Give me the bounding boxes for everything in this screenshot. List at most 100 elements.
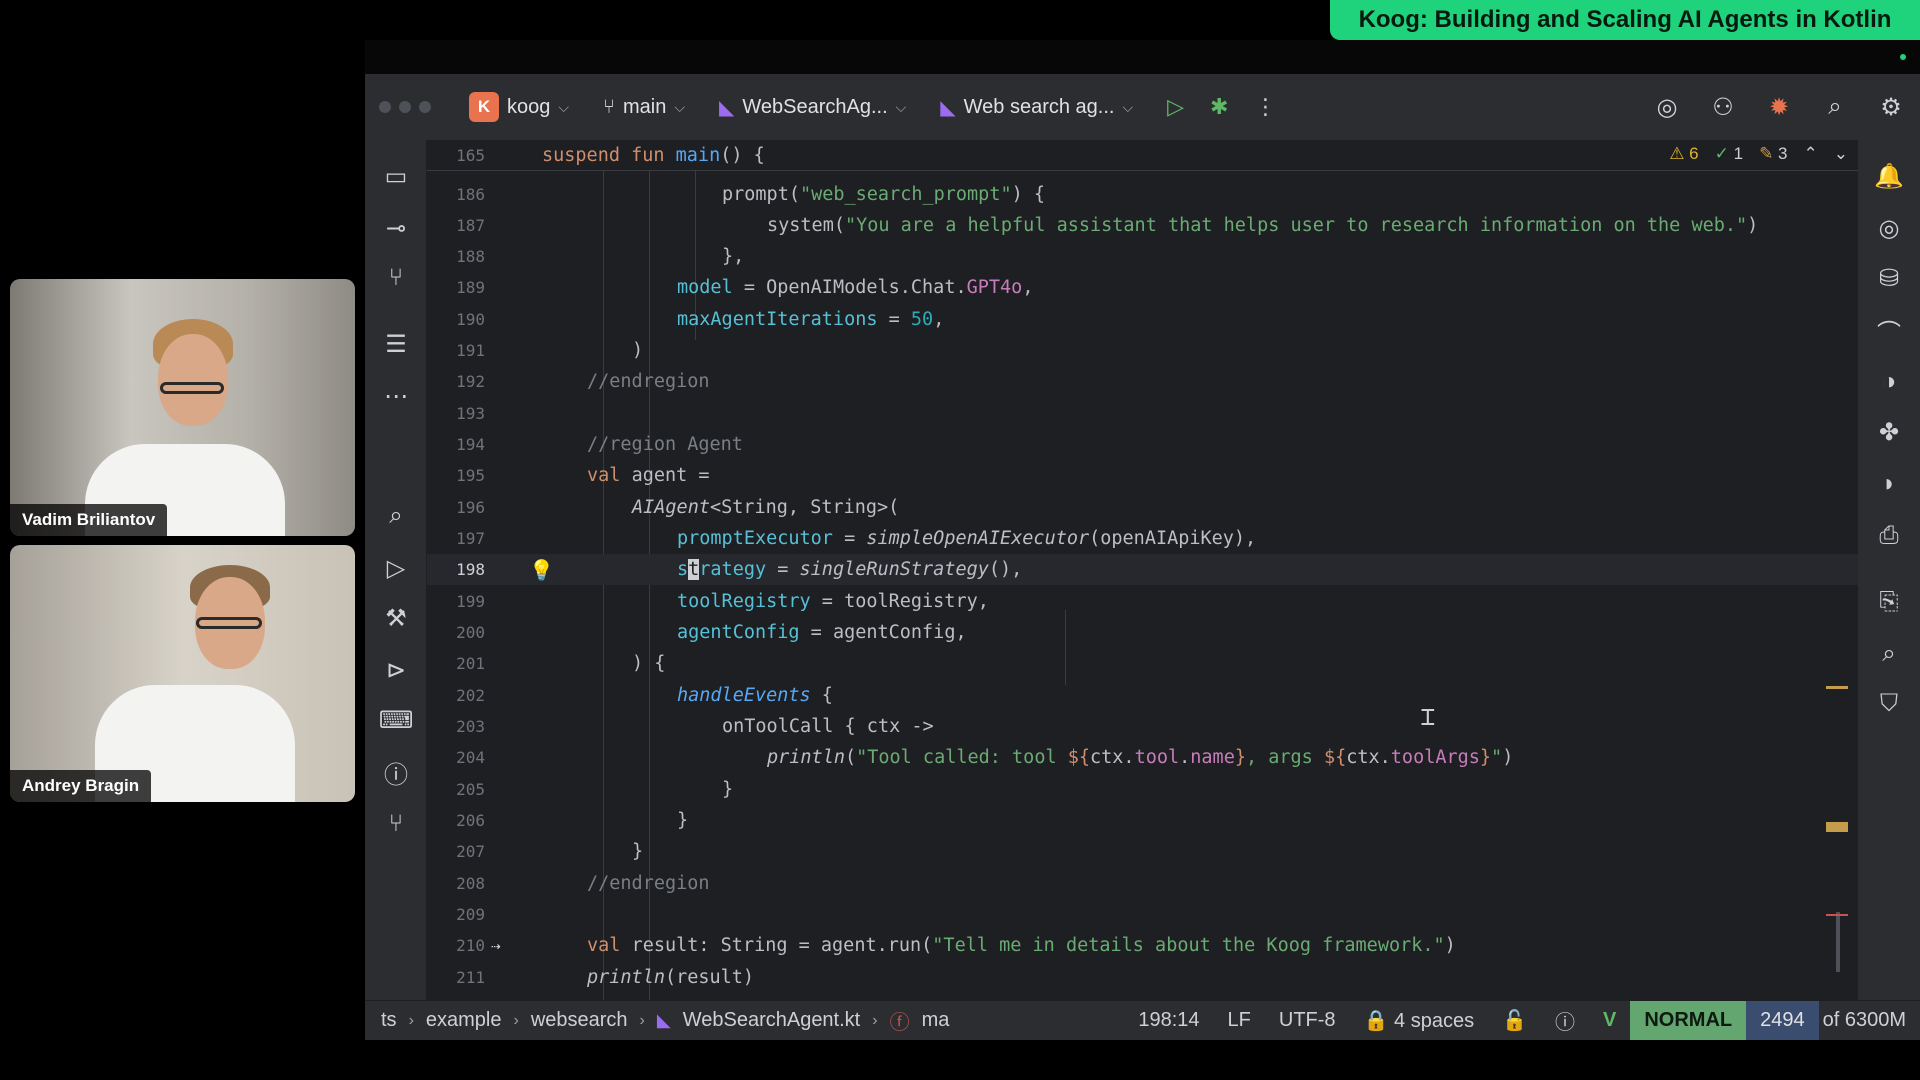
code-line: 207} <box>456 841 644 863</box>
code-line: 192//endregion <box>456 371 710 393</box>
code-line: 206} <box>456 810 689 832</box>
window-controls[interactable] <box>379 101 431 113</box>
text-cursor: t <box>688 559 700 581</box>
shield-icon[interactable]: ⛉ <box>1873 688 1905 720</box>
code-line: suspend fun main() { <box>542 144 765 166</box>
services-icon[interactable]: ⊳ <box>380 654 412 686</box>
line-number: 165 <box>456 145 485 165</box>
search-icon[interactable]: ⌕ <box>380 500 412 532</box>
run-controls: ▷ ✱ ⋮ <box>1167 94 1276 120</box>
implicit-arrow-icon[interactable]: ⇢ <box>491 936 501 955</box>
ai-assistant-icon[interactable]: ◎ <box>1652 92 1682 122</box>
lightbulb-icon[interactable]: 💡 <box>529 558 554 582</box>
run-icon[interactable]: ▷ <box>380 552 412 584</box>
gear-icon[interactable]: ⚙ <box>1876 92 1906 122</box>
presentation-title-banner: Koog: Building and Scaling AI Agents in … <box>1330 0 1920 40</box>
branch-icon: ⑂ <box>603 95 615 118</box>
problems-icon[interactable]: ⓘ <box>380 756 412 789</box>
alert-icon[interactable]: ⓘ <box>1555 1006 1575 1035</box>
notifications-icon[interactable]: 🔔 <box>1873 160 1905 192</box>
scrollbar-thumb[interactable] <box>1836 912 1840 972</box>
more-options-icon[interactable]: ⋮ <box>1254 94 1276 120</box>
file-tab-label: WebSearchAg... <box>742 95 888 118</box>
spark-icon[interactable]: ✹ <box>1764 92 1794 122</box>
code-line: 193 <box>456 404 485 424</box>
vim-mode-badge[interactable]: NORMAL <box>1630 1001 1747 1040</box>
build-icon[interactable]: ⚒ <box>380 602 412 634</box>
terminal-icon[interactable]: ⌨ <box>379 704 414 736</box>
chevron-up-icon[interactable]: ⌃ <box>1804 144 1818 164</box>
run-config-selector[interactable]: ◣ Web search ag... ⌵ <box>940 95 1133 120</box>
breadcrumb-item[interactable]: ts <box>381 1009 397 1032</box>
scrollbar-marker[interactable] <box>1826 914 1848 916</box>
chevron-right-icon: › <box>872 1011 878 1029</box>
banner-title: Koog: Building and Scaling AI Agents in … <box>1358 6 1892 33</box>
scrollbar-marker[interactable] <box>1826 686 1848 689</box>
code-line: 202 handleEvents { <box>456 685 833 707</box>
lock-icon: 🔒 <box>1363 1010 1389 1032</box>
breadcrumb-item[interactable]: websearch <box>531 1009 628 1032</box>
window-top-strip <box>365 40 1920 74</box>
plugin-icon[interactable]: ✤ <box>1873 416 1905 448</box>
branch-selector[interactable]: ⑂ main ⌵ <box>603 96 685 119</box>
breadcrumb-item[interactable]: ma <box>922 1009 950 1032</box>
debug-icon[interactable]: ✱ <box>1210 94 1228 120</box>
function-icon: ⓕ <box>889 1012 910 1034</box>
scrollbar-marker[interactable] <box>1826 822 1848 832</box>
participant-face <box>158 334 228 426</box>
project-name: koog <box>507 95 551 118</box>
caret-position[interactable]: 198:14 <box>1138 1009 1199 1032</box>
clipboard-icon[interactable]: ⎘ <box>1873 586 1905 618</box>
folder-icon[interactable]: ▭ <box>380 160 412 192</box>
code-line: 191) <box>456 340 644 362</box>
project-selector[interactable]: K koog ⌵ <box>469 92 569 122</box>
more-tools-icon[interactable]: ⋯ <box>380 380 412 412</box>
ai-chat-icon[interactable]: ◎ <box>1873 212 1905 244</box>
memory-total[interactable]: of 6300M <box>1819 1009 1920 1032</box>
database-icon[interactable]: ⛁ <box>1873 262 1905 294</box>
chevron-right-icon: › <box>639 1011 645 1029</box>
chevron-down-icon: ⌵ <box>674 98 685 115</box>
find-usages-icon[interactable]: ⌕ <box>1873 638 1905 670</box>
participant-name-tag: Andrey Bragin <box>10 770 152 802</box>
branch-name: main <box>623 95 667 118</box>
breadcrumb: ts › example › websearch › ◣ WebSearchAg… <box>381 1006 949 1035</box>
chevron-right-icon: › <box>408 1011 414 1029</box>
breadcrumb-item[interactable]: WebSearchAgent.kt <box>683 1009 861 1032</box>
code-line: 186 prompt("web_search_prompt") { <box>456 184 1046 206</box>
code-line: 204 println("Tool called: tool ${ctx.tool… <box>456 747 1514 769</box>
code-editor[interactable]: 165 suspend fun main() { ⚠ 6 ✓ 1 ✎ 3 ⌃ ⌄… <box>427 140 1858 1000</box>
add-user-icon[interactable]: ⚇ <box>1708 92 1738 122</box>
inspection-widget[interactable]: ⚠ 6 ✓ 1 ✎ 3 ⌃ ⌄ <box>1669 144 1848 164</box>
code-line: 196 AIAgent<String, String>( <box>456 497 900 519</box>
commit-icon[interactable]: ⊸ <box>380 212 412 244</box>
memory-indicator[interactable]: 2494 <box>1746 1001 1819 1040</box>
run-icon[interactable]: ▷ <box>1167 94 1184 120</box>
code-line: 205} <box>456 779 734 801</box>
readonly-toggle-icon[interactable]: 🔓 <box>1502 1008 1527 1033</box>
toolbar-right-icons: ◎ ⚇ ✹ ⌕ ⚙ <box>1652 92 1906 122</box>
chevron-down-icon[interactable]: ⌄ <box>1834 144 1848 164</box>
search-icon[interactable]: ⌕ <box>1820 92 1850 122</box>
participant-glasses <box>160 382 224 394</box>
chevron-down-icon: ⌵ <box>895 98 907 115</box>
sticky-header-line[interactable]: 165 suspend fun main() { <box>427 140 1858 171</box>
line-ending[interactable]: LF <box>1228 1009 1251 1032</box>
file-encoding[interactable]: UTF-8 <box>1279 1009 1336 1032</box>
gradle-icon[interactable]: ⌒ <box>1873 314 1905 347</box>
typo-count: ✎ 3 <box>1759 144 1788 163</box>
d-icon[interactable]: ◗ <box>1873 468 1905 500</box>
indent-setting[interactable]: 🔒 4 spaces <box>1364 1008 1475 1033</box>
pull-requests-icon[interactable]: ⑂ <box>380 262 412 294</box>
python-icon[interactable]: ◑ <box>1873 366 1905 398</box>
structure-icon[interactable]: ☰ <box>380 328 412 360</box>
git-icon[interactable]: ⑂ <box>380 808 412 840</box>
ide-window: K koog ⌵ ⑂ main ⌵ ◣ WebSearchAg... ⌵ ◣ W… <box>365 74 1920 1040</box>
weak-warning-count: ✓ 1 <box>1714 144 1744 163</box>
breadcrumb-item[interactable]: example <box>426 1009 502 1032</box>
vim-icon[interactable]: V <box>1603 1009 1616 1032</box>
warning-count: ⚠ 6 <box>1669 144 1699 163</box>
file-tab[interactable]: ◣ WebSearchAg... ⌵ <box>719 95 906 120</box>
current-code-line: 198 💡 strategy = singleRunStrategy(), <box>427 554 1858 586</box>
coverage-icon[interactable]: ⎙ <box>1873 520 1905 552</box>
